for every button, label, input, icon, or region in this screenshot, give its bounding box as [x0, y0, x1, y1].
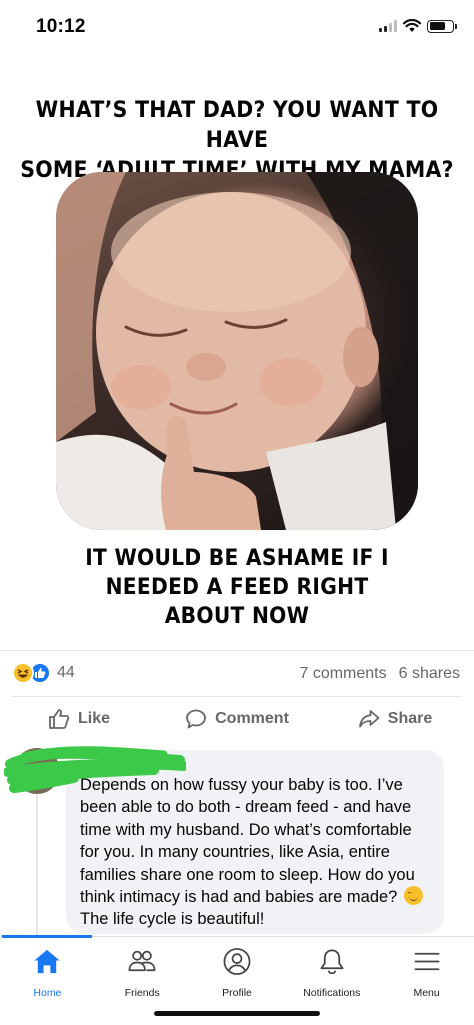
share-arrow-icon: [358, 710, 380, 728]
thumbs-up-icon: [49, 709, 70, 729]
comment: Depends on how fussy your baby is too. I…: [0, 742, 474, 942]
tab-profile-label: Profile: [222, 987, 252, 999]
home-indicator[interactable]: [154, 1011, 320, 1016]
profile-icon: [223, 948, 251, 975]
tab-menu-label: Menu: [413, 987, 440, 999]
reaction-count: 44: [57, 664, 75, 681]
menu-icon: [414, 952, 440, 971]
friends-icon: [128, 950, 156, 972]
comment-body-end: The life cycle is beautiful!: [80, 910, 265, 929]
status-bar: 10:12: [0, 0, 474, 56]
like-label: Like: [77, 710, 110, 727]
divider: [0, 650, 474, 651]
haha-reaction-icon: [12, 662, 34, 684]
like-button[interactable]: Like: [0, 704, 158, 734]
comment-button[interactable]: Comment: [158, 704, 316, 734]
meme-bottom-line-1: IT WOULD BE ASHAME IF I: [85, 546, 389, 571]
wifi-icon: [403, 19, 421, 32]
smiling-face-icon: [403, 886, 423, 906]
clock: 10:12: [36, 16, 86, 37]
share-button[interactable]: Share: [316, 704, 474, 734]
comment-bubble-icon: [186, 709, 207, 729]
battery-icon: [427, 19, 457, 33]
active-tab-indicator: [2, 935, 92, 938]
tab-menu[interactable]: Menu: [379, 937, 474, 999]
engagement-summary: 44 7 comments 6 shares: [0, 658, 474, 692]
tab-home[interactable]: Home: [0, 937, 95, 999]
comment-share-counts: 7 comments 6 shares: [299, 665, 460, 683]
meme-bottom-line-3: ABOUT NOW: [164, 604, 310, 629]
share-count-link[interactable]: 6 shares: [399, 665, 460, 682]
reactions-summary[interactable]: 44: [12, 662, 75, 684]
divider: [12, 696, 462, 697]
comment-label: Comment: [215, 710, 289, 727]
baby-photo: [56, 172, 418, 530]
tab-home-label: Home: [33, 987, 62, 999]
bell-icon: [320, 949, 344, 975]
comment-count-link[interactable]: 7 comments: [299, 665, 386, 682]
share-label: Share: [387, 710, 433, 727]
tab-profile[interactable]: Profile: [190, 937, 285, 999]
tab-friends[interactable]: Friends: [95, 937, 190, 999]
home-icon: [34, 949, 60, 974]
cellular-signal-icon: [379, 20, 397, 32]
status-icons: [379, 19, 457, 33]
tab-notifications[interactable]: Notifications: [284, 937, 379, 999]
redaction-scribble: [4, 746, 186, 793]
bottom-tab-bar: Home Friends Profile Notifications Menu: [0, 935, 474, 1025]
post-image[interactable]: WHAT’S THAT DAD? YOU WANT TO HAVE SOME ‘…: [0, 56, 474, 650]
meme-top-line-1: WHAT’S THAT DAD? YOU WANT TO HAVE: [35, 98, 439, 153]
post-action-bar: Like Comment Share: [0, 704, 474, 734]
tab-notifications-label: Notifications: [303, 987, 361, 999]
tab-friends-label: Friends: [124, 987, 160, 999]
thread-line: [36, 794, 38, 942]
meme-bottom-caption: IT WOULD BE ASHAME IF I NEEDED A FEED RI…: [19, 544, 455, 631]
meme-bottom-line-2: NEEDED A FEED RIGHT: [105, 575, 369, 600]
